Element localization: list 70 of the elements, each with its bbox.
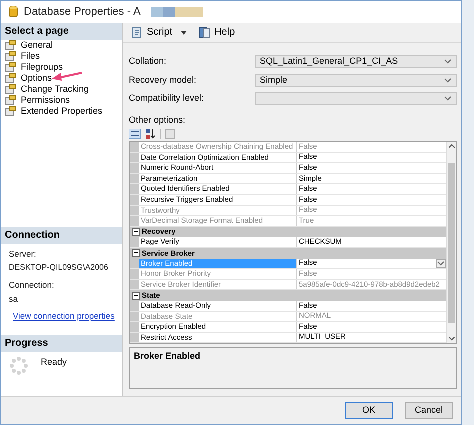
annotation-arrow-icon (51, 70, 83, 82)
sidebar-item[interactable]: General (1, 40, 122, 51)
scroll-up-icon[interactable] (448, 144, 454, 148)
dropdown-field[interactable]: SQL_Latin1_General_CP1_CI_AS (255, 55, 457, 68)
dropdown-value: Simple (260, 74, 288, 87)
row-header-cell (130, 312, 139, 322)
dialog-button[interactable]: Cancel (405, 402, 453, 419)
scrollbar-thumb[interactable] (448, 162, 455, 323)
help-button[interactable]: Help (194, 25, 240, 40)
help-book-icon (198, 26, 211, 38)
progress-status: Ready (41, 356, 68, 369)
dropdown-arrow-icon[interactable] (180, 30, 187, 34)
scroll-down-icon[interactable] (448, 337, 454, 342)
server-name: DESKTOP-QIL09SG\A2006 (9, 262, 110, 274)
row-header-cell (130, 322, 139, 332)
collapse-icon[interactable] (132, 228, 140, 236)
script-icon (131, 26, 143, 38)
page-icon (5, 40, 17, 51)
row-header-cell (130, 174, 139, 184)
property-pages-icon (165, 129, 175, 139)
sidebar-item[interactable]: Change Tracking (1, 84, 122, 95)
database-icon (9, 6, 18, 18)
page-icon (5, 51, 17, 62)
chevron-down-icon (444, 96, 452, 102)
row-header-cell (130, 142, 139, 152)
spinner-icon (9, 356, 29, 376)
description-title: Broker Enabled (134, 351, 201, 362)
page-icon (5, 73, 17, 84)
dropdown-value: SQL_Latin1_General_CP1_CI_AS (260, 55, 398, 68)
scrollbar[interactable] (446, 142, 456, 344)
window-title: Database Properties - A (24, 4, 141, 20)
dialog-button[interactable]: OK (345, 402, 393, 419)
categorized-icon[interactable] (129, 129, 141, 139)
section-header: Connection (1, 227, 122, 244)
connection-user: sa (9, 292, 19, 306)
dropdown-field[interactable] (255, 92, 457, 106)
row-header-cell (130, 332, 139, 342)
sidebar-item[interactable]: Extended Properties (1, 106, 122, 117)
collapse-icon[interactable] (132, 249, 140, 258)
row-header-cell (130, 269, 139, 279)
sidebar-item[interactable]: Permissions (1, 95, 122, 106)
chevron-down-icon (444, 78, 452, 83)
page-icon (5, 95, 17, 106)
sidebar-item[interactable]: Filegroups (1, 62, 122, 73)
field-label: Collation: (129, 55, 168, 68)
server-label: Server: (9, 248, 38, 261)
field-label: Recovery model: (129, 74, 198, 87)
row-header-cell (130, 184, 139, 194)
other-options-label: Other options: (129, 114, 187, 127)
page-icon (5, 84, 17, 95)
row-header-cell (130, 194, 139, 205)
dropdown-field[interactable]: Simple (255, 74, 457, 87)
page-icon (5, 62, 17, 73)
section-header: Select a page (1, 23, 122, 40)
row-header-cell (130, 206, 139, 216)
connection-label: Connection: (9, 278, 56, 292)
redaction-drawing (150, 7, 203, 17)
script-button[interactable]: Script (127, 25, 177, 40)
row-header-cell (130, 152, 139, 162)
row-header-cell (130, 163, 139, 173)
section-header: Progress (1, 335, 122, 352)
field-label: Compatibility level: (129, 92, 206, 105)
sort-alphabetical-icon[interactable] (145, 129, 156, 139)
sidebar-item[interactable]: Options (1, 73, 122, 84)
collapse-icon[interactable] (132, 292, 140, 300)
connection-properties-link[interactable]: View connection properties (13, 310, 115, 323)
sidebar-item[interactable]: Files (1, 51, 122, 62)
chevron-down-icon (444, 59, 452, 64)
page-icon (5, 106, 17, 117)
chevron-down-icon (437, 260, 445, 266)
